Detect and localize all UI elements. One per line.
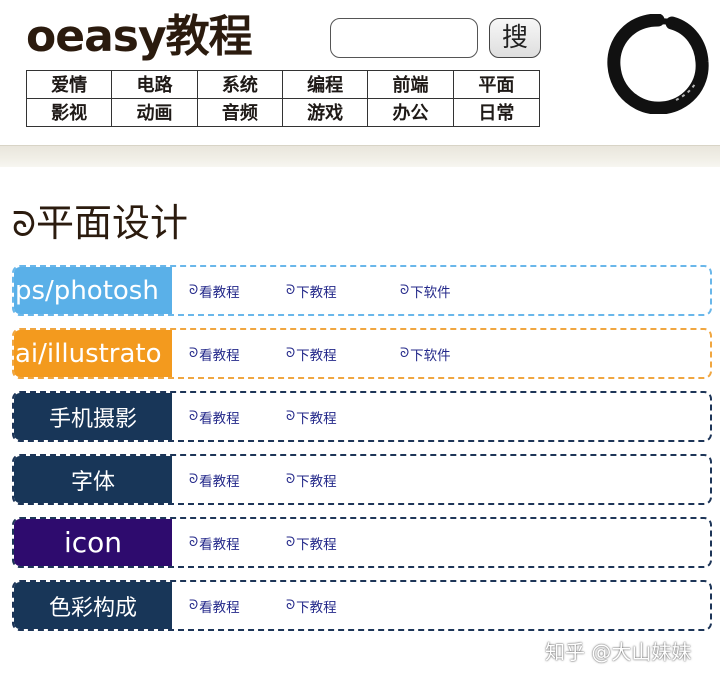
spiral-icon: ᘐ <box>12 205 36 245</box>
site-logo-text[interactable]: oeasy教程 <box>26 8 253 66</box>
header-divider <box>0 145 720 167</box>
tutorial-row-photoshop: ps/photosh ᘐ 看教程 ᘐ 下教程 ᘐ 下软件 <box>12 265 712 316</box>
nav-item-pingmian[interactable]: 平面 <box>453 71 539 99</box>
nav-item-donghua[interactable]: 动画 <box>112 98 198 126</box>
tutorial-list: ps/photosh ᘐ 看教程 ᘐ 下教程 ᘐ 下软件 ai/illustrato … <box>12 265 712 643</box>
spiral-icon: ᘐ <box>286 598 296 613</box>
nav-item-richang[interactable]: 日常 <box>454 99 539 127</box>
watch-tutorial-link[interactable]: ᘐ 看教程 <box>189 267 240 314</box>
watch-tutorial-link[interactable]: ᘐ 看教程 <box>189 519 240 566</box>
spiral-icon: ᘐ <box>400 283 410 298</box>
spiral-icon: ᘐ <box>286 346 296 361</box>
spiral-icon: ᘐ <box>189 409 199 424</box>
download-tutorial-link[interactable]: ᘐ 下教程 <box>286 456 337 503</box>
nav-item-yingshi[interactable]: 影视 <box>27 98 113 126</box>
tutorial-label[interactable]: 色彩构成 <box>14 582 172 629</box>
tutorial-row-phone-photography: 手机摄影 ᘐ 看教程 ᘐ 下教程 <box>12 391 712 442</box>
nav-item-xitong[interactable]: 系统 <box>197 71 283 99</box>
tutorial-row-icon: icon ᘐ 看教程 ᘐ 下教程 <box>12 517 712 568</box>
download-software-link[interactable]: ᘐ 下软件 <box>400 267 451 314</box>
tutorial-label[interactable]: icon <box>14 519 172 566</box>
category-nav: 爱情 电路 系统 编程 前端 平面 影视 动画 音频 游戏 办公 日常 <box>26 70 540 127</box>
watermark: 知乎 @大山妹妹 <box>545 640 692 664</box>
tutorial-label[interactable]: 字体 <box>14 456 172 503</box>
download-tutorial-link[interactable]: ᘐ 下教程 <box>286 330 337 377</box>
spiral-icon: ᘐ <box>286 535 296 550</box>
spiral-icon: ᘐ <box>286 472 296 487</box>
download-tutorial-link[interactable]: ᘐ 下教程 <box>286 519 337 566</box>
spiral-icon: ᘐ <box>189 472 199 487</box>
page-title: ᘐ平面设计 <box>12 198 188 250</box>
nav-item-youxi[interactable]: 游戏 <box>283 98 369 126</box>
spiral-icon: ᘐ <box>286 409 296 424</box>
nav-item-aiqing[interactable]: 爱情 <box>27 71 113 99</box>
watch-tutorial-link[interactable]: ᘐ 看教程 <box>189 582 240 629</box>
spiral-icon: ᘐ <box>189 598 199 613</box>
page-title-text: 平面设计 <box>35 201 188 245</box>
download-tutorial-link[interactable]: ᘐ 下教程 <box>286 267 337 314</box>
nav-item-qianduan[interactable]: 前端 <box>368 71 454 99</box>
search-input[interactable] <box>330 18 478 58</box>
tutorial-row-illustrator: ai/illustrato ᘐ 看教程 ᘐ 下教程 ᘐ 下软件 <box>12 328 712 379</box>
tutorial-label[interactable]: ps/photosh <box>14 267 172 314</box>
nav-item-bangong[interactable]: 办公 <box>368 98 454 126</box>
tutorial-label[interactable]: 手机摄影 <box>14 393 172 440</box>
spiral-icon: ᘐ <box>189 346 199 361</box>
site-header: oeasy教程 搜 爱情 电路 系统 编程 前端 平面 影视 动画 音频 游戏 … <box>0 0 720 145</box>
spiral-icon: ᘐ <box>189 535 199 550</box>
enso-circle-icon[interactable] <box>606 14 710 114</box>
watch-tutorial-link[interactable]: ᘐ 看教程 <box>189 393 240 440</box>
download-tutorial-link[interactable]: ᘐ 下教程 <box>286 393 337 440</box>
download-software-link[interactable]: ᘐ 下软件 <box>400 330 451 377</box>
tutorial-row-color-composition: 色彩构成 ᘐ 看教程 ᘐ 下教程 <box>12 580 712 631</box>
search-button[interactable]: 搜 <box>489 18 541 58</box>
tutorial-row-fonts: 字体 ᘐ 看教程 ᘐ 下教程 <box>12 454 712 505</box>
spiral-icon: ᘐ <box>189 283 199 298</box>
nav-item-yinpin[interactable]: 音频 <box>198 98 283 126</box>
nav-item-biancheng[interactable]: 编程 <box>283 71 369 99</box>
spiral-icon: ᘐ <box>400 346 410 361</box>
tutorial-label[interactable]: ai/illustrato <box>14 330 172 377</box>
download-tutorial-link[interactable]: ᘐ 下教程 <box>286 582 337 629</box>
watch-tutorial-link[interactable]: ᘐ 看教程 <box>189 456 240 503</box>
nav-item-dianlu[interactable]: 电路 <box>112 71 198 99</box>
watch-tutorial-link[interactable]: ᘐ 看教程 <box>189 330 240 377</box>
spiral-icon: ᘐ <box>286 283 296 298</box>
